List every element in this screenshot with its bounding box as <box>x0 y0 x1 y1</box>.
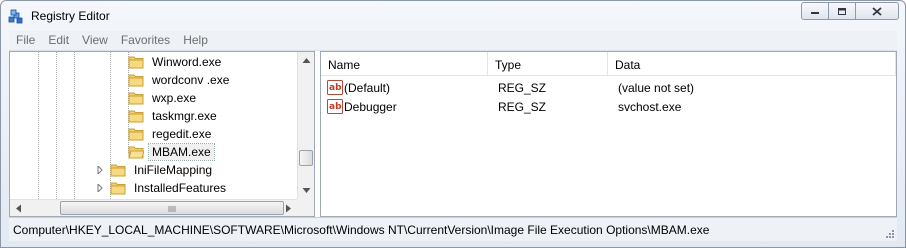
folder-icon <box>128 74 144 87</box>
menu-favorites[interactable]: Favorites <box>114 31 176 51</box>
tree-item-label: wordconv .exe <box>152 73 230 87</box>
tree-item-label: wxp.exe <box>152 91 197 105</box>
vertical-scroll-thumb[interactable] <box>299 150 313 166</box>
tree-item-label: IniFileMapping <box>134 163 213 177</box>
scroll-right-icon[interactable] <box>284 204 293 213</box>
column-header-type[interactable]: Type <box>488 52 608 76</box>
status-bar: Computer\HKEY_LOCAL_MACHINE\SOFTWARE\Mic… <box>9 217 897 241</box>
scroll-up-icon[interactable] <box>302 56 311 65</box>
value-data: (value not set) <box>618 81 695 95</box>
column-header-data[interactable]: Data <box>608 52 896 76</box>
svg-text:ab: ab <box>329 83 342 93</box>
svg-text:ab: ab <box>329 102 342 112</box>
value-name: (Default) <box>344 81 391 95</box>
minimize-button[interactable] <box>801 2 829 20</box>
menu-bar: File Edit View Favorites Help <box>9 31 897 51</box>
value-type: REG_SZ <box>498 81 547 95</box>
close-icon <box>872 6 882 16</box>
title-bar[interactable]: Registry Editor <box>1 1 905 31</box>
folder-icon <box>128 128 144 141</box>
menu-file[interactable]: File <box>9 31 41 51</box>
minimize-icon <box>811 12 819 14</box>
tree-item[interactable]: wxp.exe <box>128 89 199 107</box>
tree-item-selected[interactable]: MBAM.exe <box>128 143 215 161</box>
window-title: Registry Editor <box>31 9 110 23</box>
tree-item-label: InstalledFeatures <box>134 181 227 195</box>
tree-item-label: regedit.exe <box>152 127 212 141</box>
tree-vertical-scrollbar[interactable] <box>297 52 314 199</box>
maximize-button[interactable] <box>828 2 856 20</box>
tree-item[interactable]: taskmgr.exe <box>128 107 220 125</box>
tree-item[interactable]: IniFileMapping <box>110 161 215 179</box>
registry-editor-window: Registry Editor File Edit View Favorites Hel… <box>0 0 906 248</box>
registry-tree[interactable]: Winword.exe wordconv .exe wxp.exe taskmg… <box>9 51 315 217</box>
folder-icon <box>128 92 144 105</box>
scroll-left-icon[interactable] <box>14 204 23 213</box>
resize-grip-icon[interactable] <box>885 229 895 239</box>
scroll-grip-icon <box>168 206 176 212</box>
close-button[interactable] <box>855 2 899 20</box>
values-list[interactable]: Name Type Data ab (Default) REG_SZ (valu… <box>320 51 897 217</box>
client-area: Winword.exe wordconv .exe wxp.exe taskmg… <box>9 51 897 217</box>
maximize-icon <box>838 7 846 15</box>
tree-guide-line <box>56 52 57 199</box>
tree-item[interactable]: Winword.exe <box>128 53 224 71</box>
tree-item[interactable]: InstalledFeatures <box>110 179 229 197</box>
tree-item-label: MBAM.exe <box>148 143 215 161</box>
value-row[interactable]: ab (Default) REG_SZ (value not set) <box>324 79 894 98</box>
tree-guide-line <box>74 52 75 199</box>
horizontal-scroll-thumb[interactable] <box>60 201 284 215</box>
column-header-name[interactable]: Name <box>321 52 488 76</box>
scrollbar-corner <box>297 199 314 216</box>
menu-help[interactable]: Help <box>176 31 214 51</box>
folder-icon <box>128 56 144 69</box>
folder-icon <box>128 110 144 123</box>
expand-arrow-icon[interactable] <box>96 184 104 192</box>
folder-icon <box>110 182 126 195</box>
reg-sz-icon: ab <box>327 99 343 114</box>
status-path: Computer\HKEY_LOCAL_MACHINE\SOFTWARE\Mic… <box>13 223 710 237</box>
tree-horizontal-scrollbar[interactable] <box>10 199 297 216</box>
tree-item-label: taskmgr.exe <box>152 109 217 123</box>
folder-open-icon <box>128 146 144 159</box>
menu-view[interactable]: View <box>75 31 114 51</box>
value-name: Debugger <box>344 100 397 114</box>
tree-item[interactable]: wordconv .exe <box>128 71 232 89</box>
scroll-down-icon[interactable] <box>302 186 311 195</box>
value-data: svchost.exe <box>618 100 682 114</box>
value-type: REG_SZ <box>498 100 547 114</box>
tree-item[interactable]: regedit.exe <box>128 125 214 143</box>
tree-guide-line <box>38 52 39 199</box>
menu-edit[interactable]: Edit <box>41 31 75 51</box>
folder-icon <box>110 164 126 177</box>
tree-item-label: Winword.exe <box>152 55 222 69</box>
expand-arrow-icon[interactable] <box>96 166 104 174</box>
value-row[interactable]: ab Debugger REG_SZ svchost.exe <box>324 98 894 117</box>
registry-editor-icon <box>8 9 23 24</box>
reg-sz-icon: ab <box>327 80 343 95</box>
